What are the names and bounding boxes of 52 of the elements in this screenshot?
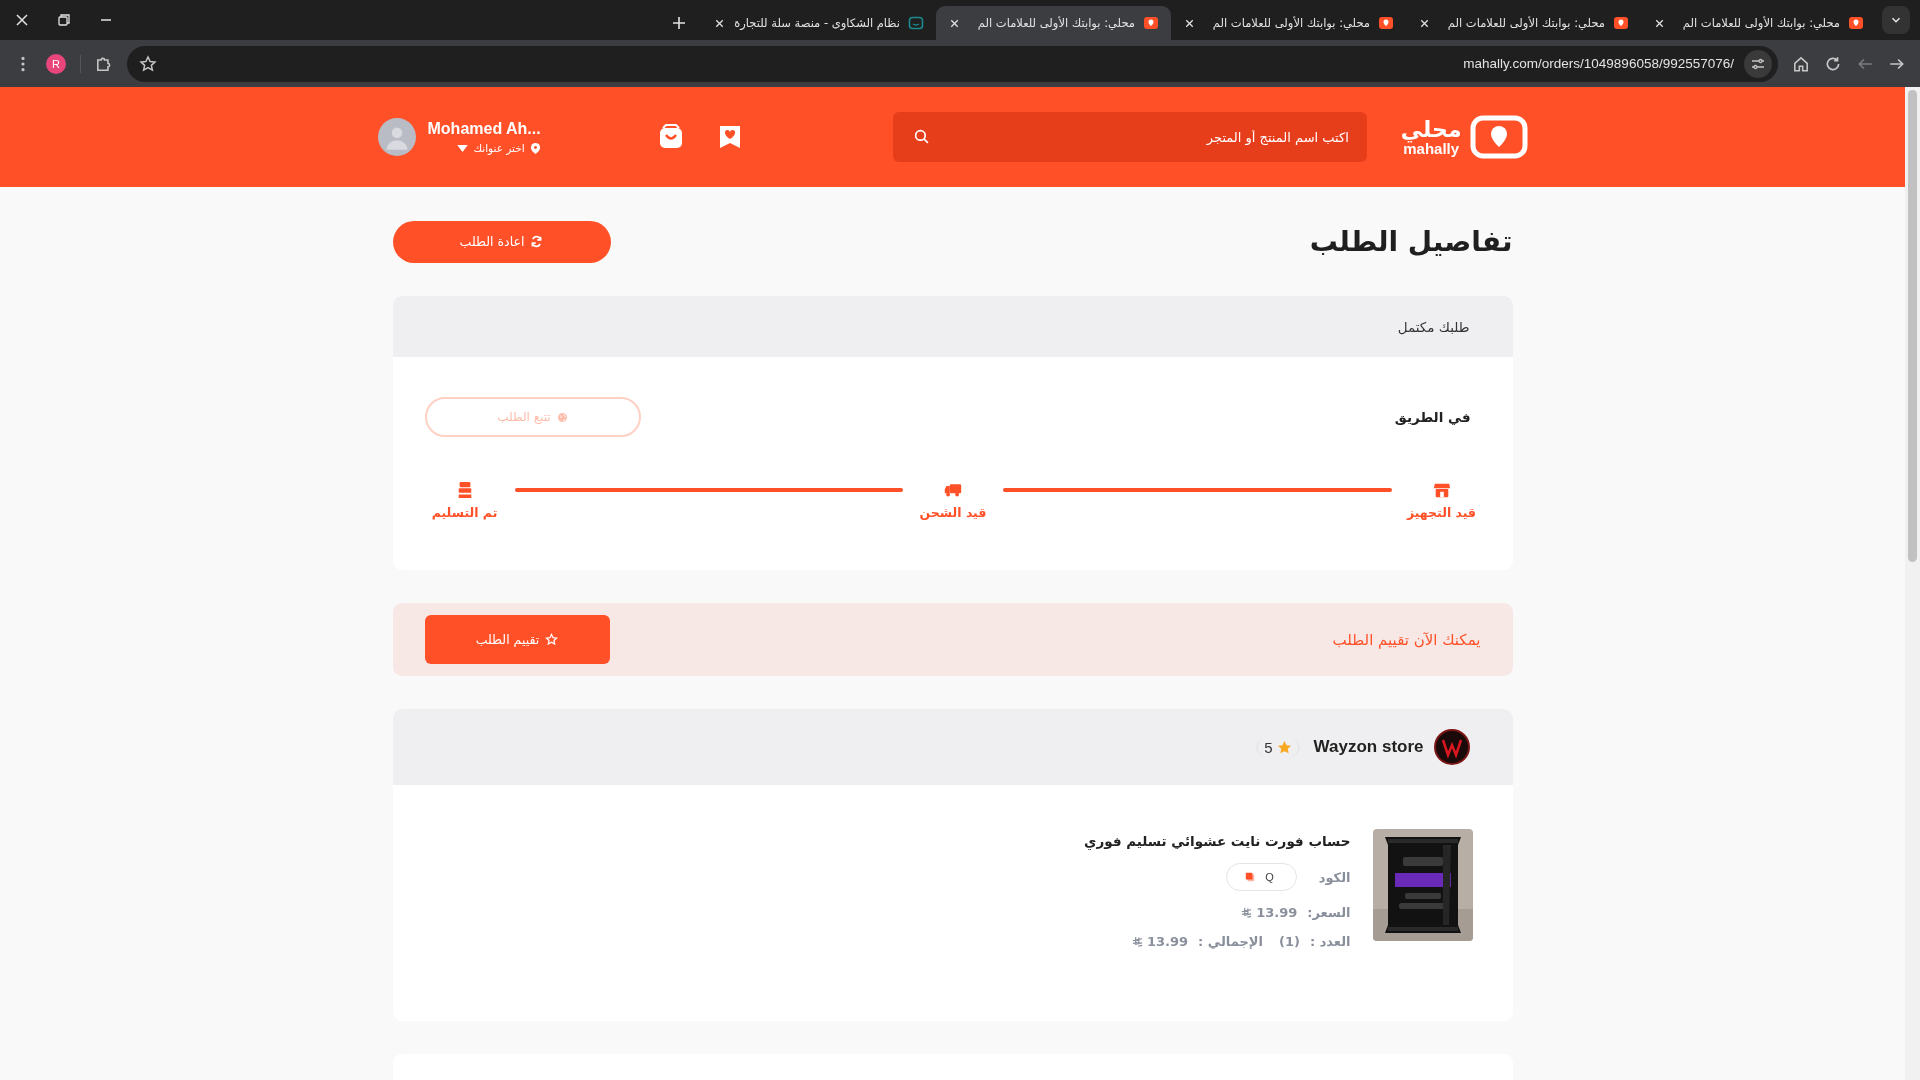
globe-icon [556, 411, 568, 423]
store-logo-icon[interactable] [1433, 729, 1470, 765]
price-value: 13.99 [1256, 905, 1298, 920]
riyal-icon [1131, 936, 1143, 947]
total-label: الإجمالي : [1198, 934, 1263, 949]
pin-icon [1143, 15, 1159, 31]
reload-icon[interactable] [1824, 54, 1842, 73]
step-label: قيد التجهيز [1406, 505, 1477, 520]
caret-icon[interactable] [457, 144, 469, 152]
star-icon[interactable] [139, 54, 157, 73]
search-icon[interactable] [912, 128, 930, 145]
browser-tab[interactable]: محلي: بوابتك الأولى للعلامات الم [1171, 6, 1406, 40]
store-name[interactable]: Wayzon store [1313, 737, 1424, 757]
browser-tab[interactable]: محلي: بوابتك الأولى للعلامات الم [936, 6, 1171, 40]
riyal-icon [1241, 907, 1253, 918]
pin-icon [1613, 15, 1629, 31]
home-icon[interactable] [1792, 54, 1810, 73]
price-label: السعر: [1307, 905, 1351, 920]
browser-tab[interactable]: محلي: بوابتك الأولى للعلامات الم [1641, 6, 1876, 40]
step-label: قيد الشحن [919, 505, 987, 520]
total-value: 13.99 [1146, 934, 1189, 949]
location-pin-icon[interactable] [1469, 115, 1528, 159]
tab-search-button[interactable] [1882, 6, 1910, 34]
quantity-label: العدد : [1309, 934, 1351, 949]
scrollbar-thumb[interactable] [1908, 90, 1917, 562]
pin-icon [1848, 15, 1864, 31]
browser-tab[interactable]: محلي: بوابتك الأولى للعلامات الم [1406, 6, 1641, 40]
shopping-bag-icon[interactable] [657, 124, 684, 150]
store-rating: 5 [1256, 738, 1300, 756]
browser-tab[interactable]: نظام الشكاوى - منصة سلة للتجارة [701, 6, 936, 40]
product-title[interactable]: حساب فورت نايت عشوائي تسليم فوري [1084, 833, 1351, 849]
tray-icon [908, 15, 924, 31]
close-icon[interactable] [14, 12, 30, 28]
star-icon [1276, 739, 1292, 755]
refresh-icon [530, 235, 544, 248]
page-title: تفاصيل الطلب [1309, 225, 1513, 258]
quantity-value: (1) [1278, 934, 1300, 949]
pin-icon [1378, 15, 1394, 31]
plus-icon[interactable] [671, 15, 687, 31]
site-settings-button[interactable] [1744, 49, 1772, 78]
step-label: تم التسليم [431, 505, 498, 520]
status-heading: طلبك مكتمل [1397, 318, 1470, 335]
scrollbar[interactable] [1905, 87, 1920, 1080]
code-label: الكود [1318, 869, 1351, 885]
restore-icon[interactable] [56, 12, 72, 28]
address-bar[interactable]: mahally.com/orders/1049896058/992557076/ [127, 45, 1778, 82]
profile-avatar[interactable]: R [46, 53, 66, 74]
star-icon [545, 633, 559, 646]
rating-prompt: يمكنك الآن تقييم الطلب [1332, 630, 1481, 649]
current-status: في الطريق [1394, 409, 1471, 425]
copy-icon [1245, 872, 1256, 882]
pin-icon [529, 141, 541, 155]
